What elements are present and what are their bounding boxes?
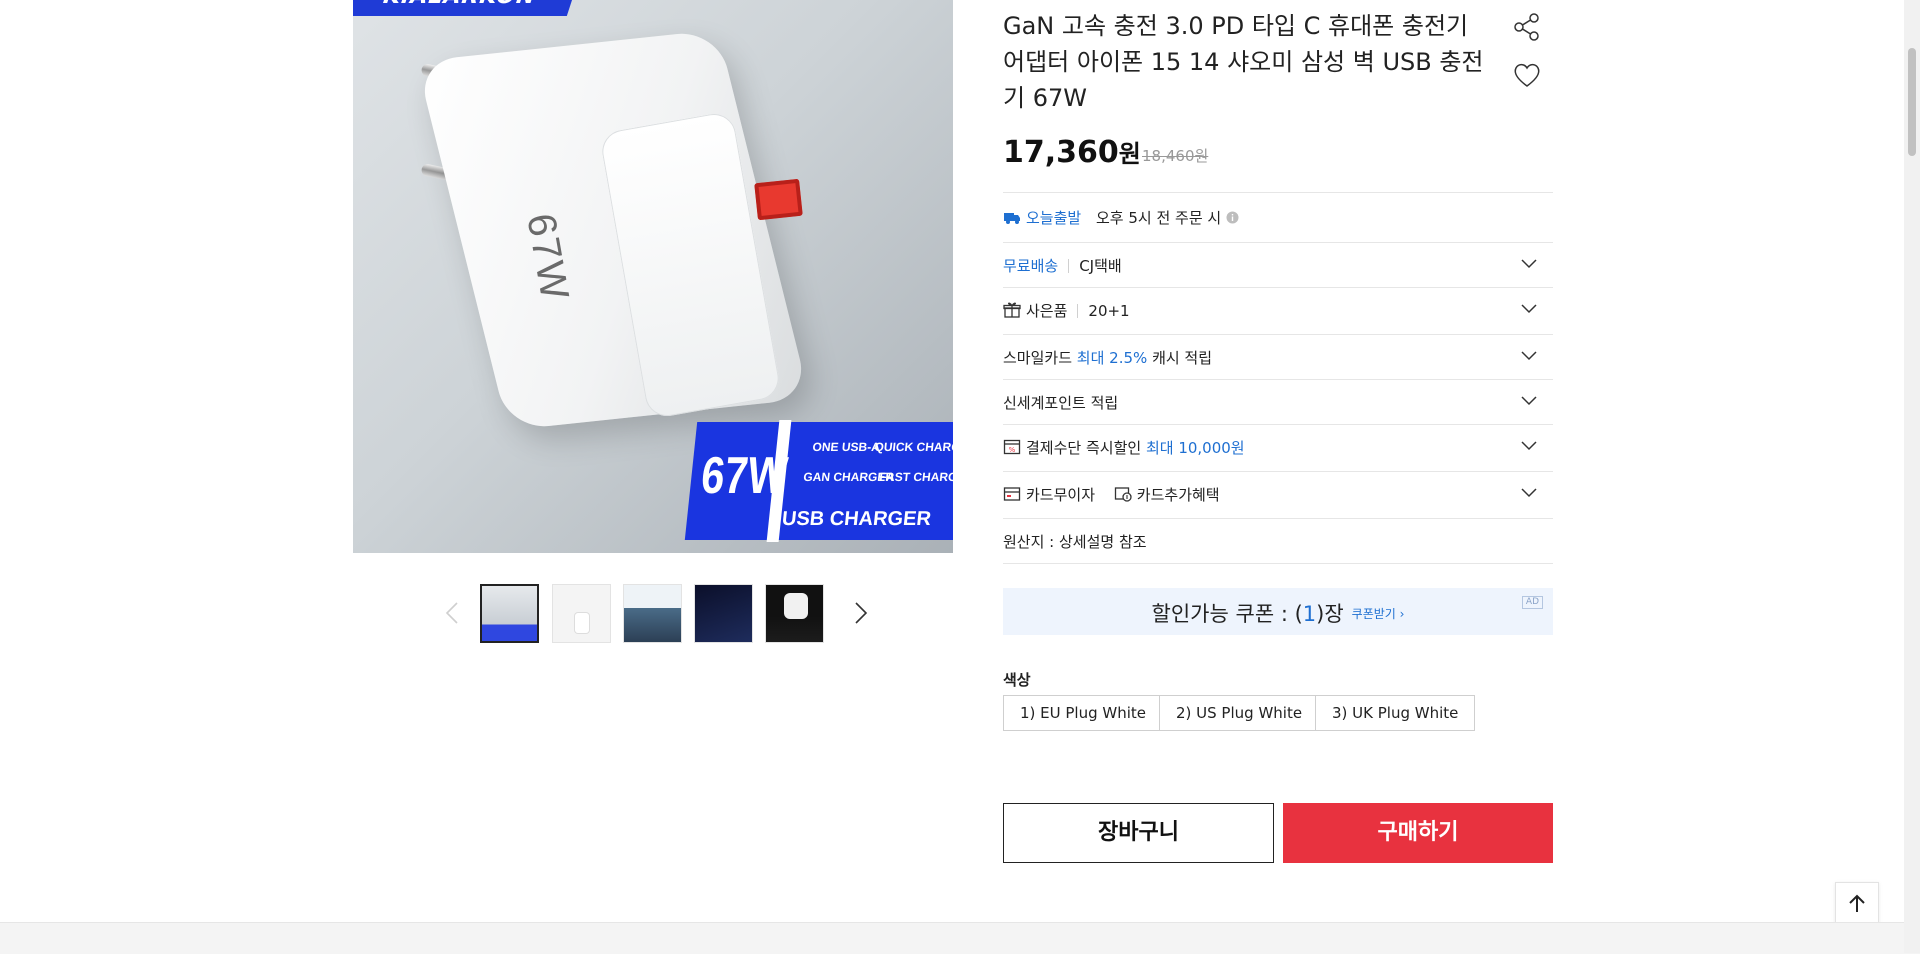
sale-price: 17,360원 [1003,134,1141,170]
footer-strip [0,922,1920,954]
row-payment-discount[interactable]: % 결제수단 즉시할인 최대 10,000원 [1003,424,1553,470]
coupon-banner[interactable]: 할인가능 쿠폰 : (1)장 쿠폰받기 › AD [1003,588,1553,635]
payment-discount-label: 결제수단 즉시할인 [1026,439,1142,457]
chevron-down-icon [1521,351,1537,361]
row-smilecard[interactable]: 스마일카드 최대 2.5% 캐시 적립 [1003,334,1553,380]
gift-label: 사은품 [1026,302,1068,320]
chevron-left-icon [445,602,458,624]
divider [1068,259,1070,273]
coupon-count: 1 [1302,602,1317,626]
chevron-down-icon [1521,441,1537,451]
coupon-text: 할인가능 쿠폰 : (1)장 쿠폰받기 › [1003,598,1553,628]
panel-feature: QUICK CHARGE3.0 [873,440,953,454]
color-option-label: 색상 [1003,671,1031,689]
usb-port [754,178,803,221]
row-gift[interactable]: 사은품 20+1 [1003,287,1553,333]
option-eu-plug[interactable]: 1) EU Plug White [1003,695,1164,731]
row-today-delivery: 오늘출발 오후 5시 전 주문 시 [1003,192,1553,242]
payment-discount-highlight: 최대 10,000원 [1145,439,1245,457]
feature-panel: 67W ONE USB-A QUICK CHARGE3.0 GAN CHARGE… [684,422,953,540]
installment-label: 카드무이자 [1026,486,1096,504]
brand-text: KIALARKON [379,0,540,9]
truck-icon [1004,213,1020,224]
courier-name: CJ택배 [1079,257,1122,275]
card-benefit-icon [1114,487,1132,502]
card-benefit-label: 카드추가혜택 [1136,486,1220,504]
gift-value: 20+1 [1088,302,1130,320]
row-shinsegae-point[interactable]: 신세계포인트 적립 [1003,379,1553,425]
origin-label: 원산지 : 상세설명 참조 [1003,533,1147,551]
smilecard-highlight: 최대 2.5% [1076,349,1148,367]
free-shipping-label: 무료배송 [1003,257,1059,275]
thumbnail-1[interactable] [480,584,539,643]
chevron-down-icon [1521,259,1537,269]
chevron-down-icon [1521,396,1537,406]
option-uk-plug[interactable]: 3) UK Plug White [1315,695,1476,731]
divider [1077,304,1079,318]
today-delivery-desc: 오후 5시 전 주문 시 [1095,209,1222,227]
thumbnail-4[interactable] [694,584,753,643]
panel-bottom-text: USB CHARGER [780,508,933,530]
card-discount-icon: % [1003,439,1021,455]
price-value: 17,360 [1003,135,1119,170]
thumbnail-prev-button[interactable] [438,598,468,628]
thumbnail-5[interactable] [765,584,824,643]
smilecard-prefix: 스마일카드 [1003,349,1073,367]
row-installment[interactable]: 카드무이자 카드추가혜택 [1003,471,1553,517]
coupon-prefix: 할인가능 쿠폰 : ( [1151,602,1303,626]
chevron-down-icon [1521,488,1537,498]
scroll-to-top-button[interactable] [1835,882,1879,926]
product-main-image: KIALARKON 67W 67W ONE USB-A QUICK CHARGE… [353,0,953,553]
coupon-suffix: )장 [1316,602,1344,626]
chevron-down-icon [1521,304,1537,314]
gift-icon [1003,302,1021,318]
wishlist-heart-icon[interactable] [1512,60,1542,90]
product-title: GaN 고속 충전 3.0 PD 타입 C 휴대폰 충전기 어댑터 아이폰 15… [1003,12,1484,112]
row-origin: 원산지 : 상세설명 참조 [1003,518,1553,564]
price-unit: 원 [1118,140,1141,168]
brand-banner: KIALARKON [353,0,580,16]
panel-feature: ONE USB-A [811,440,881,454]
get-coupon-link[interactable]: 쿠폰받기 › [1352,607,1405,621]
card-icon [1003,487,1021,501]
row-shipping[interactable]: 무료배송 CJ택배 [1003,242,1553,288]
arrow-up-icon [1849,894,1865,912]
thumbnail-next-button[interactable] [845,598,875,628]
smilecard-suffix: 캐시 적립 [1152,349,1213,367]
heart-icon [1514,63,1540,87]
svg-text:%: % [1009,446,1016,454]
today-delivery-label: 오늘출발 [1026,209,1082,227]
scrollbar-thumb[interactable] [1908,48,1916,156]
original-price: 18,460원 [1142,147,1209,165]
share-icon[interactable] [1512,12,1542,42]
share-icon-svg [1514,13,1539,41]
option-us-plug[interactable]: 2) US Plug White [1159,695,1320,731]
buy-now-button[interactable]: 구매하기 [1283,803,1553,863]
thumbnail-2[interactable] [552,584,611,643]
add-to-cart-button[interactable]: 장바구니 [1003,803,1274,863]
ad-badge: AD [1521,596,1543,609]
shinsegae-label: 신세계포인트 적립 [1003,394,1119,412]
chevron-right-icon [855,602,868,624]
panel-feature: FAST CHARGING [878,470,953,484]
thumbnail-3[interactable] [623,584,682,643]
info-icon[interactable] [1226,211,1239,224]
